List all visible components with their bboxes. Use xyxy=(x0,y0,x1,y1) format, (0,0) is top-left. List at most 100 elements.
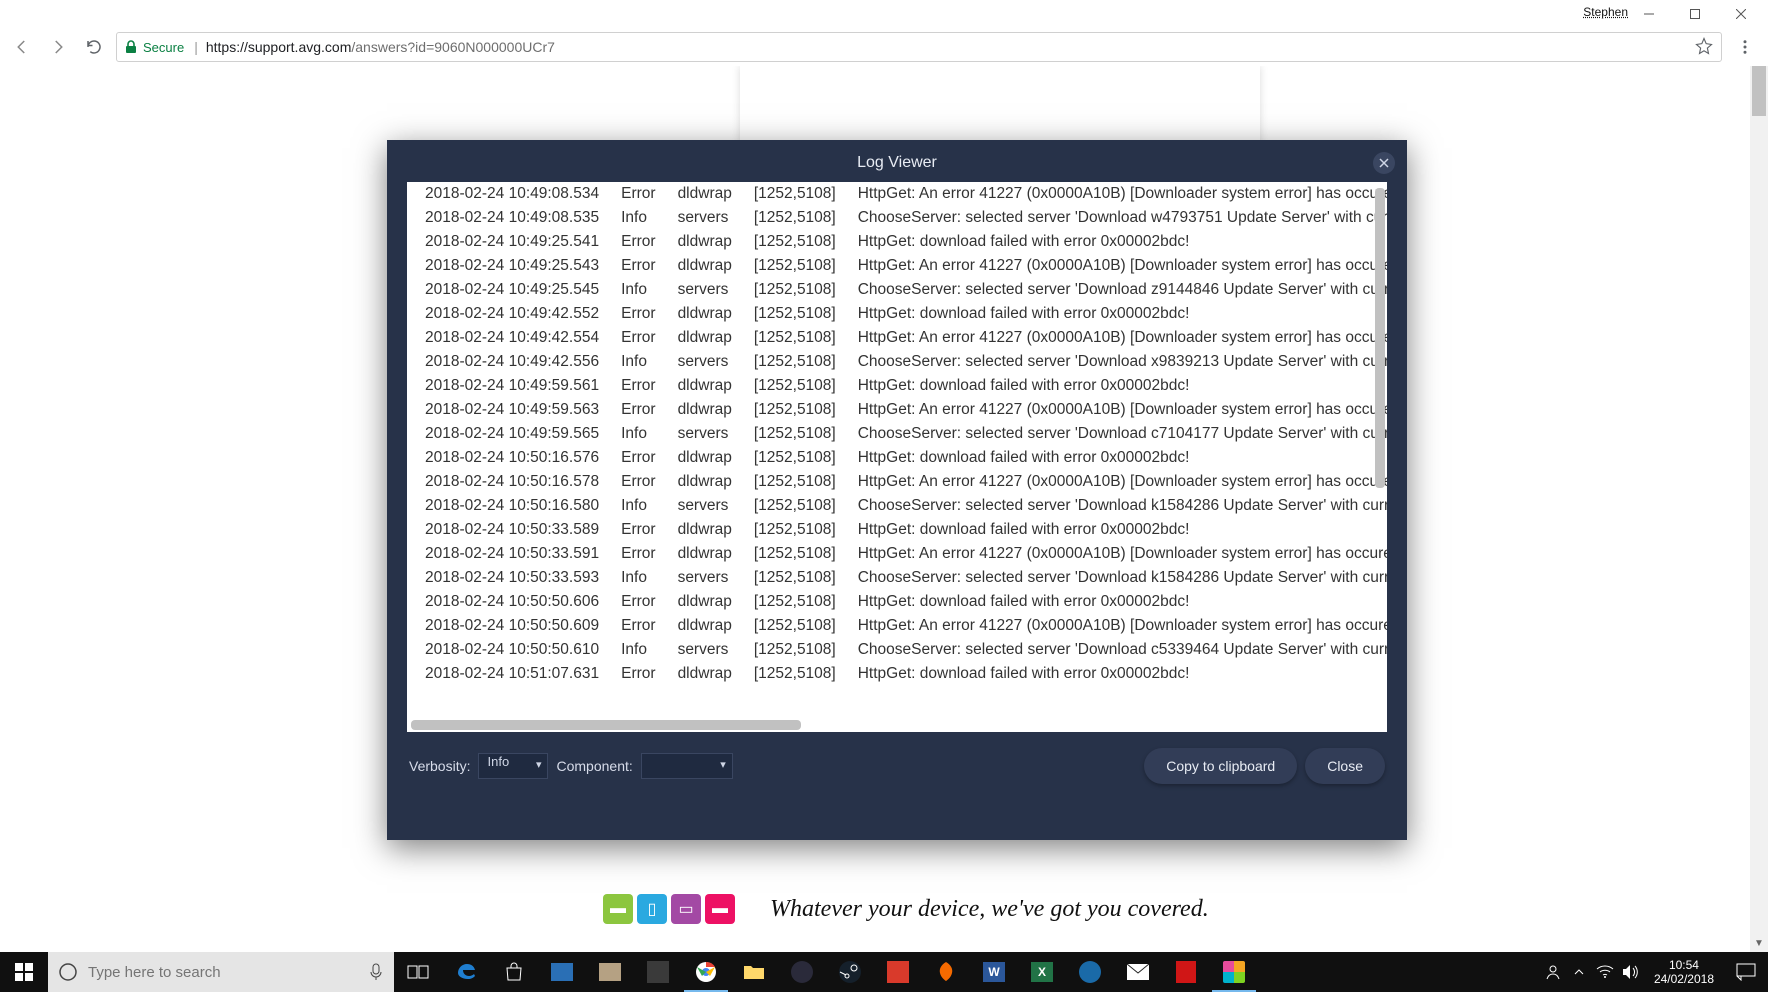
component-label: Component: xyxy=(556,758,632,774)
log-row[interactable]: 2018-02-24 10:49:25.543Errordldwrap[1252… xyxy=(407,254,1387,278)
verbosity-select[interactable]: Info xyxy=(478,753,548,779)
log-row[interactable]: 2018-02-24 10:49:25.541Errordldwrap[1252… xyxy=(407,230,1387,254)
app-icon-1[interactable] xyxy=(538,952,586,992)
log-cell-ts: 2018-02-24 10:49:25.543 xyxy=(407,254,621,278)
window-close-button[interactable] xyxy=(1718,0,1764,28)
log-cell-msg: HttpGet: An error 41227 (0x0000A10B) [Do… xyxy=(858,542,1387,566)
log-horizontal-scroll-thumb[interactable] xyxy=(411,720,801,730)
app-icon-4[interactable] xyxy=(778,952,826,992)
log-cell-comp: dldwrap xyxy=(678,470,754,494)
task-view-icon[interactable] xyxy=(394,952,442,992)
start-button[interactable] xyxy=(0,952,48,992)
action-center-icon[interactable] xyxy=(1724,963,1768,981)
log-row[interactable]: 2018-02-24 10:49:42.552Errordldwrap[1252… xyxy=(407,302,1387,326)
window-titlebar: Stephen xyxy=(0,0,1768,28)
log-row[interactable]: 2018-02-24 10:51:07.631Errordldwrap[1252… xyxy=(407,662,1387,686)
store-icon[interactable] xyxy=(490,952,538,992)
log-cell-lvl: Info xyxy=(621,206,677,230)
mail-icon[interactable] xyxy=(1114,952,1162,992)
log-cell-thr: [1252,5108] xyxy=(754,350,858,374)
log-row[interactable]: 2018-02-24 10:49:59.565Infoservers[1252,… xyxy=(407,422,1387,446)
log-row[interactable]: 2018-02-24 10:50:16.580Infoservers[1252,… xyxy=(407,494,1387,518)
chrome-taskbar-icon[interactable] xyxy=(682,952,730,992)
bookmark-star-icon[interactable] xyxy=(1695,37,1713,58)
phone-icon: ▯ xyxy=(637,894,667,924)
log-cell-msg: HttpGet: download failed with error 0x00… xyxy=(858,590,1387,614)
log-row[interactable]: 2018-02-24 10:49:25.545Infoservers[1252,… xyxy=(407,278,1387,302)
omnibox[interactable]: Secure | https://support.avg.com/answers… xyxy=(116,32,1722,62)
scroll-down-arrow[interactable]: ▼ xyxy=(1750,934,1768,952)
log-row[interactable]: 2018-02-24 10:50:50.609Errordldwrap[1252… xyxy=(407,614,1387,638)
log-cell-msg: HttpGet: An error 41227 (0x0000A10B) [Do… xyxy=(858,398,1387,422)
page-scroll-thumb[interactable] xyxy=(1752,66,1766,116)
log-row[interactable]: 2018-02-24 10:49:59.561Errordldwrap[1252… xyxy=(407,374,1387,398)
app-icon-6[interactable] xyxy=(1066,952,1114,992)
log-cell-lvl: Info xyxy=(621,350,677,374)
mic-icon[interactable] xyxy=(358,963,394,981)
log-cell-msg: HttpGet: download failed with error 0x00… xyxy=(858,662,1387,686)
log-row[interactable]: 2018-02-24 10:49:08.535Infoservers[1252,… xyxy=(407,206,1387,230)
log-row[interactable]: 2018-02-24 10:49:08.534Errordldwrap[1252… xyxy=(407,182,1387,206)
nav-reload-button[interactable] xyxy=(80,33,108,61)
excel-icon[interactable]: X xyxy=(1018,952,1066,992)
nav-forward-button[interactable] xyxy=(44,33,72,61)
log-cell-lvl: Error xyxy=(621,254,677,278)
log-row[interactable]: 2018-02-24 10:50:33.593Infoservers[1252,… xyxy=(407,566,1387,590)
chrome-user-label[interactable]: Stephen xyxy=(1583,5,1628,19)
taskbar-clock[interactable]: 10:54 24/02/2018 xyxy=(1644,958,1724,986)
component-select[interactable] xyxy=(641,753,733,779)
log-row[interactable]: 2018-02-24 10:49:42.556Infoservers[1252,… xyxy=(407,350,1387,374)
log-row[interactable]: 2018-02-24 10:50:16.576Errordldwrap[1252… xyxy=(407,446,1387,470)
window-maximize-button[interactable] xyxy=(1672,0,1718,28)
edge-icon[interactable] xyxy=(442,952,490,992)
avg-taskbar-icon[interactable] xyxy=(1210,952,1258,992)
log-cell-comp: dldwrap xyxy=(678,614,754,638)
log-cell-msg: HttpGet: An error 41227 (0x0000A10B) [Do… xyxy=(858,326,1387,350)
app-icon-7[interactable] xyxy=(1162,952,1210,992)
copy-to-clipboard-button[interactable]: Copy to clipboard xyxy=(1144,748,1297,784)
log-cell-thr: [1252,5108] xyxy=(754,278,858,302)
log-row[interactable]: 2018-02-24 10:50:33.589Errordldwrap[1252… xyxy=(407,518,1387,542)
tray-chevron-icon[interactable] xyxy=(1566,966,1592,978)
volume-icon[interactable] xyxy=(1618,964,1644,980)
steam-icon[interactable] xyxy=(826,952,874,992)
lock-icon xyxy=(125,40,137,54)
browser-toolbar: Secure | https://support.avg.com/answers… xyxy=(0,28,1768,66)
log-cell-msg: HttpGet: download failed with error 0x00… xyxy=(858,230,1387,254)
app-icon-2[interactable] xyxy=(586,952,634,992)
log-cell-comp: servers xyxy=(678,638,754,662)
origin-icon[interactable] xyxy=(922,952,970,992)
close-button[interactable]: Close xyxy=(1305,748,1385,784)
log-row[interactable]: 2018-02-24 10:50:16.578Errordldwrap[1252… xyxy=(407,470,1387,494)
app-icon-3[interactable] xyxy=(634,952,682,992)
log-vertical-scroll-thumb[interactable] xyxy=(1375,188,1385,488)
log-row[interactable]: 2018-02-24 10:49:42.554Errordldwrap[1252… xyxy=(407,326,1387,350)
log-pane[interactable]: 2018-02-24 10:49:08.534Errordldwrap[1252… xyxy=(407,182,1387,732)
word-icon[interactable]: W xyxy=(970,952,1018,992)
app-icon-5[interactable] xyxy=(874,952,922,992)
modal-close-button[interactable] xyxy=(1373,152,1395,174)
log-cell-comp: dldwrap xyxy=(678,302,754,326)
nav-back-button[interactable] xyxy=(8,33,36,61)
log-row[interactable]: 2018-02-24 10:49:59.563Errordldwrap[1252… xyxy=(407,398,1387,422)
file-explorer-icon[interactable] xyxy=(730,952,778,992)
log-cell-lvl: Info xyxy=(621,638,677,662)
cortana-icon[interactable] xyxy=(48,962,88,982)
log-cell-thr: [1252,5108] xyxy=(754,542,858,566)
page-scrollbar[interactable]: ▲ ▼ xyxy=(1750,66,1768,952)
log-cell-lvl: Info xyxy=(621,278,677,302)
window-minimize-button[interactable] xyxy=(1626,0,1672,28)
log-table: 2018-02-24 10:49:08.534Errordldwrap[1252… xyxy=(407,182,1387,686)
wifi-icon[interactable] xyxy=(1592,965,1618,979)
log-row[interactable]: 2018-02-24 10:50:50.610Infoservers[1252,… xyxy=(407,638,1387,662)
log-cell-thr: [1252,5108] xyxy=(754,446,858,470)
log-cell-thr: [1252,5108] xyxy=(754,638,858,662)
log-row[interactable]: 2018-02-24 10:50:33.591Errordldwrap[1252… xyxy=(407,542,1387,566)
taskbar-search-input[interactable] xyxy=(88,964,358,981)
desktop-icon: ▬ xyxy=(705,894,735,924)
log-row[interactable]: 2018-02-24 10:50:50.606Errordldwrap[1252… xyxy=(407,590,1387,614)
modal-title: Log Viewer xyxy=(387,140,1407,182)
chrome-menu-button[interactable] xyxy=(1730,32,1760,62)
taskbar-search[interactable] xyxy=(48,952,394,992)
people-icon[interactable] xyxy=(1540,963,1566,981)
